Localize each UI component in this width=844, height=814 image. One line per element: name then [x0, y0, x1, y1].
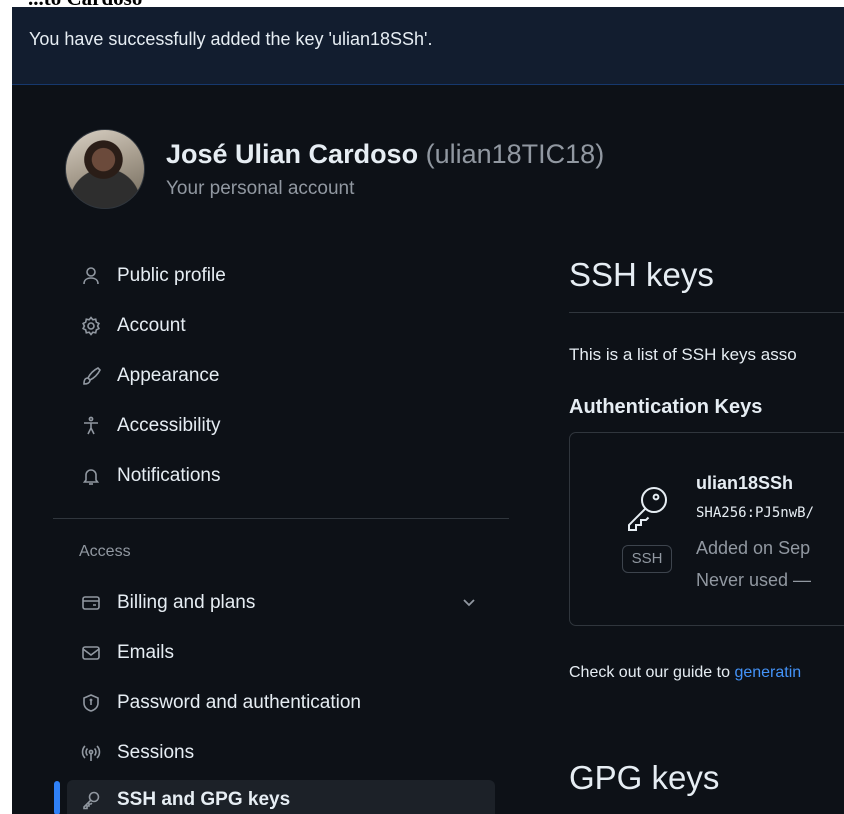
sidebar-item-ssh-gpg-keys[interactable]: SSH and GPG keys [67, 780, 495, 814]
ssh-key-card: SSH ulian18SSh SHA256:PJ5nwB/ Added on S… [569, 432, 844, 626]
key-added-date: Added on Sep [696, 538, 811, 558]
flash-message: You have successfully added the key 'uli… [29, 29, 433, 49]
sidebar-divider [53, 518, 509, 519]
sidebar-item-account[interactable]: Account [67, 306, 495, 346]
sidebar-item-public-profile[interactable]: Public profile [67, 256, 495, 296]
sidebar-item-label: Sessions [117, 742, 195, 763]
sidebar-item-label: Account [117, 315, 186, 336]
key-icon [80, 789, 102, 811]
settings-window: You have successfully added the key 'uli… [12, 7, 844, 814]
sidebar-item-label: Billing and plans [117, 592, 256, 613]
sidebar-group-access: Access [79, 543, 131, 560]
broadcast-icon [80, 742, 102, 764]
guide-link[interactable]: generatin [734, 664, 801, 681]
sidebar-item-label: Password and authentication [117, 692, 361, 713]
sidebar-item-password[interactable]: Password and authentication [67, 683, 495, 723]
person-icon [80, 265, 102, 287]
shield-icon [80, 692, 102, 714]
gpg-keys-heading: GPG keys [569, 759, 720, 796]
sidebar-item-sessions[interactable]: Sessions [67, 733, 495, 773]
ssh-intro-text: This is a list of SSH keys asso [569, 345, 797, 364]
sidebar-item-label: Accessibility [117, 415, 221, 436]
key-icon [622, 483, 672, 533]
key-fingerprint: SHA256:PJ5nwB/ [696, 505, 815, 521]
sidebar-item-appearance[interactable]: Appearance [67, 356, 495, 396]
sidebar-item-label: Notifications [117, 465, 221, 486]
ssh-keys-heading: SSH keys [569, 256, 714, 293]
guide-text: Check out our guide to generatin [569, 664, 801, 682]
gear-icon [80, 315, 102, 337]
mail-icon [80, 642, 102, 664]
account-subtitle: Your personal account [166, 178, 355, 199]
avatar[interactable] [65, 129, 145, 209]
account-header: José Ulian Cardoso (ulian18TIC18) Your p… [65, 129, 825, 209]
bell-icon [80, 465, 102, 487]
guide-prefix: Check out our guide to [569, 664, 735, 681]
chevron-down-icon[interactable] [461, 594, 477, 610]
account-handle[interactable]: (ulian18TIC18) [426, 139, 605, 169]
success-flash-banner: You have successfully added the key 'uli… [12, 7, 844, 85]
sidebar-item-billing[interactable]: Billing and plans [67, 583, 495, 623]
active-indicator [54, 781, 60, 814]
heading-divider [569, 312, 844, 313]
sidebar-item-label: Appearance [117, 365, 220, 386]
paintbrush-icon [80, 365, 102, 387]
ssh-type-badge: SSH [622, 545, 672, 573]
sidebar-item-accessibility[interactable]: Accessibility [67, 406, 495, 446]
key-last-used: Never used — [696, 570, 812, 590]
authentication-keys-heading: Authentication Keys [569, 396, 763, 418]
key-title: ulian18SSh [696, 473, 794, 493]
accessibility-icon [80, 415, 102, 437]
sidebar-item-label: Public profile [117, 265, 226, 286]
account-display-name[interactable]: José Ulian Cardoso [166, 139, 418, 169]
sidebar-item-emails[interactable]: Emails [67, 633, 495, 673]
sidebar-item-notifications[interactable]: Notifications [67, 456, 495, 496]
account-name: José Ulian Cardoso (ulian18TIC18) [166, 139, 604, 170]
sidebar-item-label: SSH and GPG keys [117, 789, 291, 810]
sidebar-item-label: Emails [117, 642, 175, 663]
credit-card-icon [80, 592, 102, 614]
